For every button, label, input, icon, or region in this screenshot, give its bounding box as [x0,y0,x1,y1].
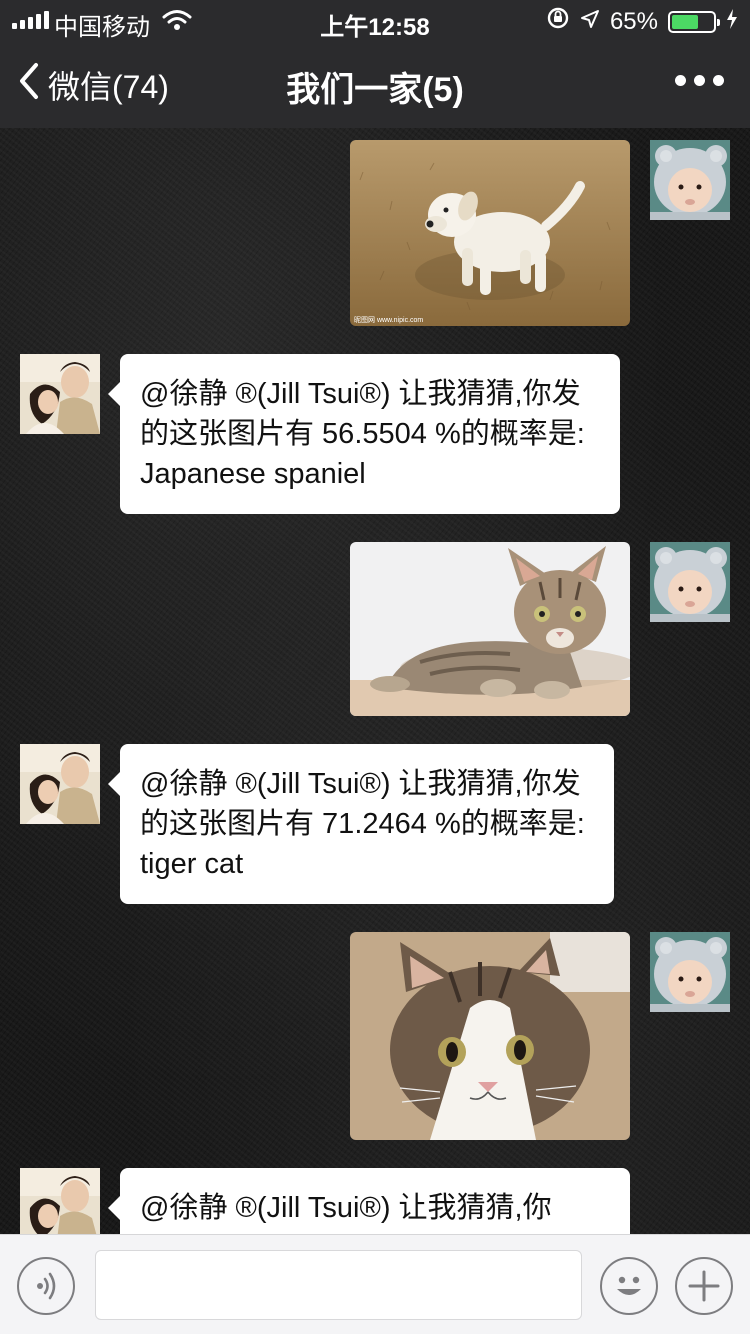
input-bar [0,1234,750,1334]
emoji-icon [602,1276,656,1316]
message-bubble[interactable]: @徐静 ®(Jill Tsui®) 让我猜猜,你发的这张图片有 56.5504 … [108,354,620,514]
emoji-button[interactable] [600,1257,658,1315]
voice-icon [19,1272,73,1316]
bot-avatar[interactable] [20,354,100,434]
status-bar: 中国移动 上午12:58 65% [0,0,750,41]
bot-avatar[interactable] [20,1168,100,1234]
charging-icon [726,8,738,36]
message-input[interactable] [95,1250,582,1320]
plus-button[interactable] [675,1257,733,1315]
cat-photo[interactable] [350,932,630,1140]
puppy-photo[interactable]: 昵图网 www.nipic.com [350,140,630,326]
my-avatar[interactable] [650,140,730,220]
battery-percent: 65% [609,7,658,35]
kitten-photo[interactable] [350,542,630,716]
nav-bar: 微信(74) 我们一家(5) [0,40,750,128]
battery-level [672,14,698,29]
battery-icon [668,10,720,33]
more-dots-icon[interactable] [675,75,724,86]
message-bubble[interactable]: @徐静 ®(Jill Tsui®) 让我猜猜,你 [108,1168,630,1234]
my-avatar[interactable] [650,542,730,622]
message-bubble[interactable]: @徐静 ®(Jill Tsui®) 让我猜猜,你发的这张图片有 71.2464 … [108,744,614,904]
photo-watermark: 昵图网 www.nipic.com [354,316,423,324]
my-avatar[interactable] [650,932,730,1012]
bot-avatar[interactable] [20,744,100,824]
orientation-lock-icon [546,6,570,37]
plus-icon [677,1270,731,1316]
chat-area[interactable]: 昵图网 www.nipic.com @徐静 ®(Jill Tsui®) 让我猜猜… [0,128,750,1234]
message-text: @徐静 ®(Jill Tsui®) 让我猜猜,你发的这张图片有 71.2464 … [140,768,585,880]
chat-title: 我们一家(5) [286,71,464,109]
message-text: @徐静 ®(Jill Tsui®) 让我猜猜,你发的这张图片有 56.5504 … [140,378,585,490]
message-text: @徐静 ®(Jill Tsui®) 让我猜猜,你 [140,1192,552,1224]
location-icon [580,8,600,36]
voice-button[interactable] [17,1257,75,1315]
